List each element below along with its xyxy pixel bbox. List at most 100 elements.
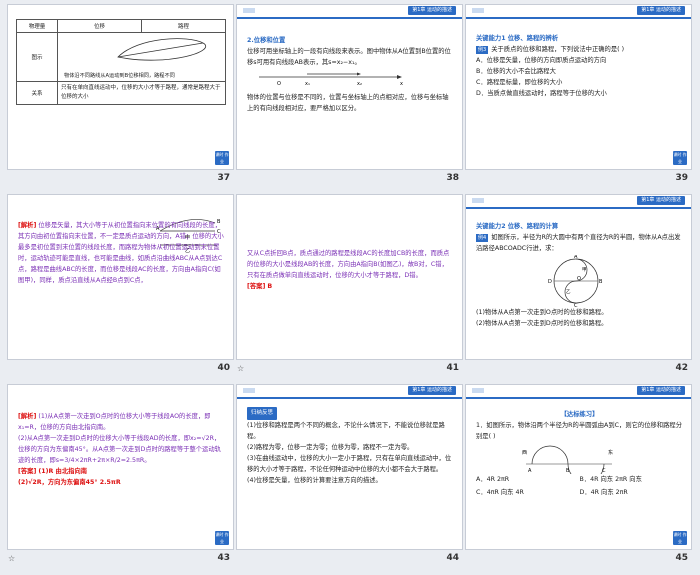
subquestion-2: (2)物体从A点第一次走到D点时的位移和路程。: [476, 320, 608, 327]
summary-item-3: (3)在曲线运动中，位移的大小一定小于路程，只有在单向直线运动中，位移的大小才等…: [247, 455, 452, 473]
option-d: D．4R 向东 2πR: [579, 489, 628, 496]
example-tag: 例4: [476, 234, 489, 242]
summary-item-2: (2)路程为零，位移一定为零；位移为零，路程不一定为零。: [247, 444, 414, 451]
row-diagram-label: 图示: [16, 32, 58, 82]
axis-diagram: O x₁ x₂ x: [259, 72, 403, 87]
slide-number: 39: [675, 173, 688, 183]
slide-40[interactable]: A B C 甲 乙 [解析] 位移是矢量，其大小等于从初位置指向末位置的有向线段…: [7, 194, 234, 380]
question-line: 例4 如图所示，半径为R的大圆中有两个直径为R的半圆，物体从A点出发沿路径ABCO…: [476, 232, 683, 254]
path-diagram: [117, 38, 206, 61]
slide-card: 第1章 运动的描述 归纳反思 (1)位移和路程是两个不同的概念，不论什么情况下，…: [236, 384, 463, 550]
analysis-label: [解析]: [18, 222, 37, 229]
slide-card: A B C 甲 乙 [解析] 位移是矢量，其大小等于从初位置指向末位置的有向线段…: [7, 194, 234, 360]
fig-west: 西: [522, 450, 527, 456]
header-path: 路程: [140, 19, 227, 33]
slide-number: 37: [217, 173, 230, 183]
analysis-part-1: (1)从A点第一次走到O点时的位移大小等于线段AO的长度，即x₁=R，位移的方向…: [18, 413, 211, 431]
slide-39[interactable]: 第1章 运动的描述 关键能力1 位移、路程的辨析 例3 关于质点的位移和路程，下列…: [465, 4, 692, 190]
slide-body: 归纳反思 (1)位移和路程是两个不同的概念，不论什么情况下，不能说位移就是路程。…: [247, 407, 454, 486]
question-text: 如图所示，半径为R的大圆中有两个直径为R的半圆，物体从A点出发沿路径ABCOAD…: [476, 234, 681, 252]
fig-a: A: [574, 255, 578, 260]
chapter-chip: 第1章 运动的描述: [637, 6, 685, 15]
slide-card: 物理量 位移 路程 图示 物体沿不同路线从A运动到B位移相同，路程不同 关系 只…: [7, 4, 234, 170]
summary-pill: 归纳反思: [247, 407, 278, 420]
chapter-chip: 第1章 运动的描述: [637, 196, 685, 205]
slide-number: 43: [217, 553, 230, 563]
slide-body: 关键能力1 位移、路程的辨析 例3 关于质点的位移和路程，下列说法中正确的是( )…: [476, 33, 683, 99]
fig-o: O: [577, 276, 581, 282]
slide-number: 40: [217, 363, 230, 373]
chapter-chip: 第1章 运动的描述: [408, 386, 456, 395]
slide-number: 42: [675, 363, 688, 373]
slide-body: 又从C点折回B点，质点通过的路程是线段AC的长度加CB的长度，而质点的位移的大小…: [247, 248, 454, 292]
slide-45[interactable]: 第1章 运动的描述 【达标练习】 1．如图所示，物体沿两个半径为R的半圆弧由A到…: [465, 384, 692, 570]
slide-card: 第1章 运动的描述 关键能力1 位移、路程的辨析 例3 关于质点的位移和路程，下列…: [465, 4, 692, 170]
fig-b: B: [599, 279, 603, 285]
fig-jia: 甲: [582, 267, 587, 273]
axis-x2-label: x₂: [357, 81, 362, 86]
animation-icon: ☆: [8, 554, 16, 563]
fig-yi: 乙: [566, 288, 571, 295]
section-heading: 2.位移和位置: [247, 37, 286, 44]
slide-card: 第1章 运动的描述 关键能力2 位移、路程的计算 例4 如图所示，半径为R的大圆中…: [465, 194, 692, 360]
option-a: A．位移是矢量，位移的方向即质点运动的方向: [476, 57, 607, 64]
slide-number: 41: [446, 363, 459, 373]
summary-item-1: (1)位移和路程是两个不同的概念，不论什么情况下，不能说位移就是路程。: [247, 422, 445, 440]
paragraph-1: 位移可用坐标轴上的一段有向线段来表示。图中物体从A位置到B位置的位移s可用有向线…: [247, 48, 451, 66]
slide-header-bar: 第1章 运动的描述: [237, 385, 462, 399]
slide-number: 45: [675, 553, 688, 563]
diagram-cell: 物体沿不同路线从A运动到B位移相同，路程不同: [57, 32, 226, 82]
option-c: C．路程是标量，即位移的大小: [476, 79, 563, 86]
slide-42[interactable]: 第1章 运动的描述 关键能力2 位移、路程的计算 例4 如图所示，半径为R的大圆中…: [465, 194, 692, 380]
homework-button[interactable]: 课时 作业: [215, 531, 229, 545]
homework-button[interactable]: 课时 作业: [673, 531, 687, 545]
slide-body: 关键能力2 位移、路程的计算 例4 如图所示，半径为R的大圆中有两个直径为R的半圆…: [476, 221, 683, 329]
slide-38[interactable]: 第1章 运动的描述 2.位移和位置 位移可用坐标轴上的一段有向线段来表示。图中物…: [236, 4, 463, 190]
homework-button[interactable]: 课时 作业: [673, 151, 687, 165]
section-heading: 【达标练习】: [560, 411, 599, 418]
row-relation-label: 关系: [16, 81, 58, 105]
slide-44[interactable]: 第1章 运动的描述 归纳反思 (1)位移和路程是两个不同的概念，不论什么情况下，…: [236, 384, 463, 570]
fig-east: 东: [608, 449, 613, 456]
header-displacement: 位移: [57, 19, 142, 33]
homework-button[interactable]: 课时 作业: [215, 151, 229, 165]
fig-d: D: [548, 279, 552, 285]
axis-x-label: x: [400, 81, 403, 86]
slide-number: 38: [446, 173, 459, 183]
header-quantity: 物理量: [16, 19, 58, 33]
analysis-text: 位移是矢量，其大小等于从初位置指向末位置的有向线段的长度，其方向由初位置指向末位…: [18, 222, 224, 284]
slide-header-bar: 第1章 运动的描述: [466, 195, 691, 209]
slide-card: [解析] (1)从A点第一次走到O点时的位移大小等于线段AO的长度，即x₁=R，…: [7, 384, 234, 550]
slide-number: 44: [446, 553, 459, 563]
analysis-text: 又从C点折回B点，质点通过的路程是线段AC的长度加CB的长度，而质点的位移的大小…: [247, 250, 450, 279]
answer-label: [答案]: [247, 283, 266, 290]
animation-icon: ☆: [237, 364, 245, 373]
comparison-table: 物理量 位移 路程 图示 物体沿不同路线从A运动到B位移相同，路程不同 关系 只…: [16, 19, 227, 105]
semicircle-figure: A B C 西 东: [522, 445, 613, 474]
subquestion-1: (1)物体从A点第一次走到O点时的位移和路程。: [476, 309, 608, 316]
diagram-caption: 物体沿不同路线从A运动到B位移相同，路程不同: [64, 73, 175, 79]
relation-text: 只有在单向直线运动中，位移的大小才等于路程，通常是路程大于位移的大小: [57, 81, 226, 105]
slide-card: 又从C点折回B点，质点通过的路程是线段AC的长度加CB的长度，而质点的位移的大小…: [236, 194, 463, 360]
question-line: 例3 关于质点的位移和路程，下列说法中正确的是( ): [476, 44, 683, 55]
question-text: 1．如图所示，物体沿两个半径为R的半圆弧由A到C，则它的位移和路程分别是( ): [476, 422, 682, 440]
analysis-label: [解析]: [18, 413, 37, 420]
slide-header-bar: 第1章 运动的描述: [466, 5, 691, 19]
axis-x1-label: x₁: [305, 81, 310, 86]
section-heading: 关键能力2 位移、路程的计算: [476, 223, 559, 230]
analysis-part-2: (2)从A点第一次走到D点时的位移大小等于线段AD的长度，即x₂=√2R，位移的…: [18, 435, 221, 464]
slide-43[interactable]: [解析] (1)从A点第一次走到O点时的位移大小等于线段AO的长度，即x₁=R，…: [7, 384, 234, 570]
slide-card: 第1章 运动的描述 2.位移和位置 位移可用坐标轴上的一段有向线段来表示。图中物…: [236, 4, 463, 170]
slide-card: 第1章 运动的描述 【达标练习】 1．如图所示，物体沿两个半径为R的半圆弧由A到…: [465, 384, 692, 550]
answer-1: (1)R 由北指向南: [38, 468, 88, 475]
slide-41[interactable]: 又从C点折回B点，质点通过的路程是线段AC的长度加CB的长度，而质点的位移的大小…: [236, 194, 463, 380]
question-text: 关于质点的位移和路程，下列说法中正确的是( ): [491, 46, 625, 53]
section-heading: 关键能力1 位移、路程的辨析: [476, 35, 559, 42]
paragraph-2: 物体的位置与位移是不同的，位置与坐标轴上的点相对应，位移与坐标轴上的有向线段相对…: [247, 94, 449, 112]
chapter-chip: 第1章 运动的描述: [637, 386, 685, 395]
option-b: B．4R 向东 2πR 向东: [579, 476, 642, 483]
slide-37[interactable]: 物理量 位移 路程 图示 物体沿不同路线从A运动到B位移相同，路程不同 关系 只…: [7, 4, 234, 190]
slide-header-bar: 第1章 运动的描述: [466, 385, 691, 399]
example-tag: 例3: [476, 46, 489, 54]
summary-item-4: (4)位移是矢量，位移的计算要注意方向的描述。: [247, 477, 382, 484]
